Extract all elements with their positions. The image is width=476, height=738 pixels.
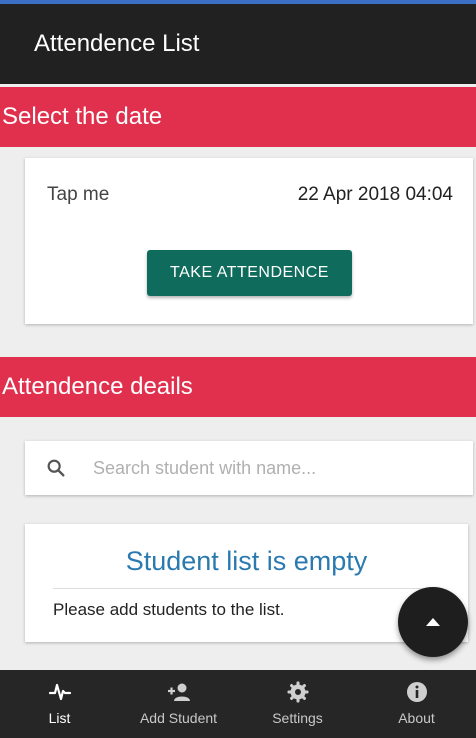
- empty-state-message: Please add students to the list.: [53, 600, 285, 619]
- tap-me-label[interactable]: Tap me: [47, 184, 109, 206]
- nav-item-about[interactable]: About: [357, 670, 476, 738]
- page-title: Attendence List: [34, 30, 200, 57]
- gear-icon: [287, 681, 308, 703]
- search-bar: [25, 441, 473, 495]
- app-bar: Attendence List: [0, 4, 476, 84]
- date-value[interactable]: 22 Apr 2018 04:04: [298, 184, 453, 206]
- divider: [53, 588, 443, 589]
- arrow-up-icon: [426, 618, 440, 626]
- add-person-icon: [167, 683, 190, 701]
- date-card: Tap me 22 Apr 2018 04:04 TAKE ATTENDENCE: [25, 158, 473, 324]
- nav-label-about: About: [398, 710, 435, 726]
- nav-label-settings: Settings: [272, 710, 323, 726]
- empty-state-title: Student list is empty: [125, 546, 368, 576]
- bottom-navigation: List Add Student Settings About: [0, 670, 476, 738]
- take-attendence-button[interactable]: TAKE ATTENDENCE: [147, 250, 352, 296]
- pulse-icon: [48, 683, 71, 701]
- scroll-up-button[interactable]: [398, 587, 468, 657]
- select-date-header: Select the date: [0, 87, 476, 147]
- search-icon[interactable]: [45, 457, 67, 479]
- nav-label-add-student: Add Student: [139, 710, 218, 726]
- nav-item-settings[interactable]: Settings: [238, 670, 357, 738]
- search-input[interactable]: [93, 441, 453, 495]
- nav-item-list[interactable]: List: [0, 670, 119, 738]
- select-date-header-label: Select the date: [2, 103, 163, 130]
- nav-item-add-student[interactable]: Add Student: [119, 670, 238, 738]
- info-icon: [406, 682, 427, 702]
- nav-label-list: List: [48, 710, 71, 726]
- attendence-details-header: Attendence deails: [0, 357, 476, 417]
- attendence-details-header-label: Attendence deails: [2, 373, 193, 400]
